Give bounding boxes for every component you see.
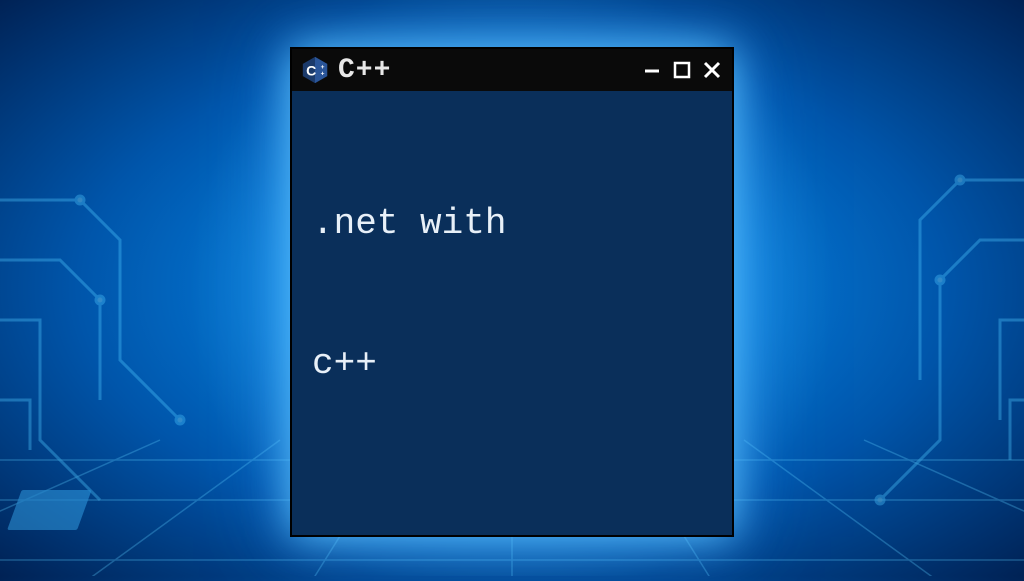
cpp-icon: C + + bbox=[300, 55, 330, 85]
title-bar[interactable]: C + + C++ bbox=[292, 49, 732, 91]
content-line-1: .net with bbox=[312, 201, 712, 248]
svg-text:+: + bbox=[321, 71, 325, 78]
window-content: .net with c++ bbox=[292, 91, 732, 497]
minimize-button[interactable] bbox=[640, 58, 664, 82]
content-line-2: c++ bbox=[312, 341, 712, 388]
close-button[interactable] bbox=[700, 58, 724, 82]
maximize-button[interactable] bbox=[670, 58, 694, 82]
svg-text:C: C bbox=[306, 63, 316, 79]
app-window: C + + C++ .net with c++ bbox=[290, 47, 734, 537]
window-controls bbox=[640, 58, 724, 82]
window-title: C++ bbox=[338, 55, 632, 86]
